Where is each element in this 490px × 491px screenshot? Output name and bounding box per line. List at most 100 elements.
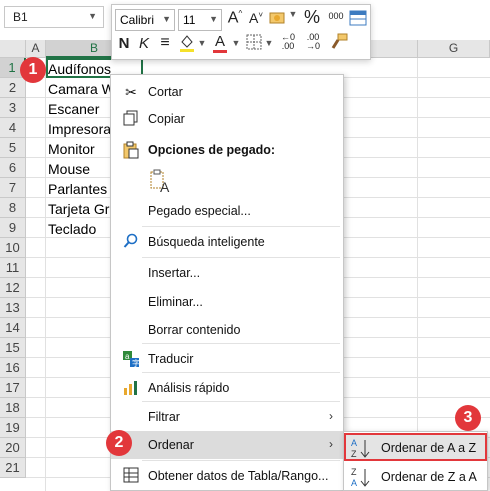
row-header[interactable]: 2 — [0, 78, 26, 98]
column-header-g[interactable]: G — [418, 40, 490, 58]
font-color-icon[interactable]: A — [212, 33, 228, 53]
row-header[interactable]: 13 — [0, 298, 26, 318]
menu-item-cortar[interactable]: ✂ Cortar — [111, 78, 343, 106]
thousands-separator-button[interactable]: 000 — [326, 11, 346, 21]
menu-item-obtener-datos[interactable]: Obtener datos de Tabla/Rango... — [111, 462, 343, 490]
row-header[interactable]: 5 — [0, 138, 26, 158]
cell-b2[interactable]: Camara W — [48, 79, 115, 99]
percent-button[interactable]: % — [302, 7, 322, 28]
chevron-down-icon[interactable]: ▼ — [209, 14, 218, 24]
mini-toolbar: Calibri ▼ 11 ▼ A^ A˅ ▼ % 000 N K ≡ ▼ A ▼… — [111, 4, 371, 60]
row-header[interactable]: 20 — [0, 438, 26, 458]
submenu-item-label: Ordenar de A a Z — [381, 441, 477, 455]
svg-text:A: A — [351, 438, 357, 448]
svg-text:A: A — [160, 179, 170, 194]
row-header[interactable]: 8 — [0, 198, 26, 218]
row-header[interactable]: 9 — [0, 218, 26, 238]
menu-item-eliminar[interactable]: Eliminar... — [111, 288, 343, 316]
chevron-down-icon[interactable]: ▼ — [264, 38, 274, 48]
currency-format-icon[interactable] — [268, 9, 288, 30]
select-all-corner[interactable] — [0, 40, 26, 58]
menu-item-analisis-rapido[interactable]: Análisis rápido — [111, 374, 343, 402]
row-header[interactable]: 4 — [0, 118, 26, 138]
row-header[interactable]: 11 — [0, 258, 26, 278]
sort-submenu: AZ Ordenar de A a Z ZA Ordenar de Z a A — [343, 431, 488, 491]
row-header[interactable]: 6 — [0, 158, 26, 178]
paste-keep-text-button[interactable]: A — [145, 166, 173, 196]
cell-b3[interactable]: Escaner — [48, 99, 99, 119]
name-box[interactable]: B1 ▼ — [4, 6, 104, 28]
cell-b5[interactable]: Monitor — [48, 139, 95, 159]
svg-text:A: A — [351, 478, 357, 488]
step-badge-3: 3 — [455, 405, 481, 431]
cell-b9[interactable]: Teclado — [48, 219, 96, 239]
menu-item-label: Traducir — [148, 352, 194, 366]
svg-text:Z: Z — [351, 449, 357, 459]
format-table-icon[interactable] — [349, 9, 367, 30]
menu-item-ordenar[interactable]: Ordenar › — [111, 431, 343, 459]
menu-item-label: Pegado especial... — [148, 204, 251, 218]
menu-item-paste-options: Opciones de pegado: — [111, 136, 343, 164]
svg-text:字: 字 — [132, 358, 140, 368]
step-badge-1: 1 — [20, 57, 46, 83]
increase-font-icon[interactable]: A^ — [226, 9, 244, 27]
chevron-down-icon[interactable]: ▼ — [162, 14, 171, 24]
font-name-box[interactable]: Calibri ▼ — [115, 9, 175, 31]
submenu-item-sort-z-a[interactable]: ZA Ordenar de Z a A — [344, 462, 487, 490]
menu-item-insertar[interactable]: Insertar... — [111, 259, 343, 287]
fill-color-icon[interactable] — [178, 33, 196, 56]
step-badge-2: 2 — [106, 430, 132, 456]
context-menu: ✂ Cortar Copiar Opciones de pegado: A Pe… — [110, 74, 344, 491]
row-header[interactable]: 7 — [0, 178, 26, 198]
name-box-value: B1 — [13, 10, 28, 24]
chevron-down-icon[interactable]: ▼ — [231, 38, 241, 48]
row-header[interactable]: 16 — [0, 358, 26, 378]
cell-b8[interactable]: Tarjeta Gr — [48, 199, 109, 219]
font-size-box[interactable]: 11 ▼ — [178, 9, 222, 31]
decrease-decimal-icon[interactable]: .00 →0 — [302, 33, 324, 51]
menu-separator — [142, 226, 340, 227]
menu-item-traducir[interactable]: a字 Traducir — [111, 345, 343, 373]
row-header[interactable]: 3 — [0, 98, 26, 118]
menu-item-label: Opciones de pegado: — [148, 143, 276, 157]
cell-b4[interactable]: Impresora — [48, 119, 111, 139]
chevron-down-icon[interactable]: ▼ — [88, 11, 97, 21]
column-header-a[interactable]: A — [26, 40, 46, 58]
row-header[interactable]: 21 — [0, 458, 26, 478]
align-center-icon[interactable]: ≡ — [157, 34, 173, 52]
row-header[interactable]: 15 — [0, 338, 26, 358]
row-header[interactable]: 10 — [0, 238, 26, 258]
grid-divider — [417, 58, 418, 491]
italic-button[interactable]: K — [137, 35, 151, 52]
menu-item-busqueda-inteligente[interactable]: Búsqueda inteligente — [111, 228, 343, 256]
menu-item-copiar[interactable]: Copiar — [111, 105, 343, 133]
row-header[interactable]: 12 — [0, 278, 26, 298]
cell-b7[interactable]: Parlantes — [48, 179, 107, 199]
menu-item-borrar-contenido[interactable]: Borrar contenido — [111, 316, 343, 344]
menu-separator — [142, 343, 340, 344]
sort-a-z-icon: AZ — [350, 437, 372, 459]
svg-text:a: a — [125, 352, 130, 361]
menu-item-filtrar[interactable]: Filtrar › — [111, 403, 343, 431]
format-painter-icon[interactable] — [330, 33, 348, 54]
menu-item-label: Copiar — [148, 112, 185, 126]
font-name-value: Calibri — [120, 13, 155, 27]
cell-b6[interactable]: Mouse — [48, 159, 90, 179]
decrease-font-icon[interactable]: A˅ — [247, 10, 265, 26]
row-header[interactable]: 18 — [0, 398, 26, 418]
chevron-down-icon[interactable]: ▼ — [197, 38, 207, 48]
row-header[interactable]: 17 — [0, 378, 26, 398]
increase-decimal-icon[interactable]: ←0.00 — [277, 33, 299, 51]
submenu-item-sort-a-z[interactable]: AZ Ordenar de A a Z — [344, 433, 487, 461]
smart-lookup-icon — [122, 233, 140, 251]
grid-divider — [45, 58, 46, 491]
row-header[interactable]: 14 — [0, 318, 26, 338]
font-size-value: 11 — [183, 13, 196, 27]
row-header[interactable]: 19 — [0, 418, 26, 438]
menu-item-label: Búsqueda inteligente — [148, 235, 265, 249]
bold-button[interactable]: N — [117, 35, 131, 52]
menu-item-pegado-especial[interactable]: Pegado especial... — [111, 197, 343, 225]
menu-separator — [142, 257, 340, 258]
chevron-down-icon[interactable]: ▼ — [288, 9, 298, 19]
borders-icon[interactable] — [246, 34, 262, 53]
